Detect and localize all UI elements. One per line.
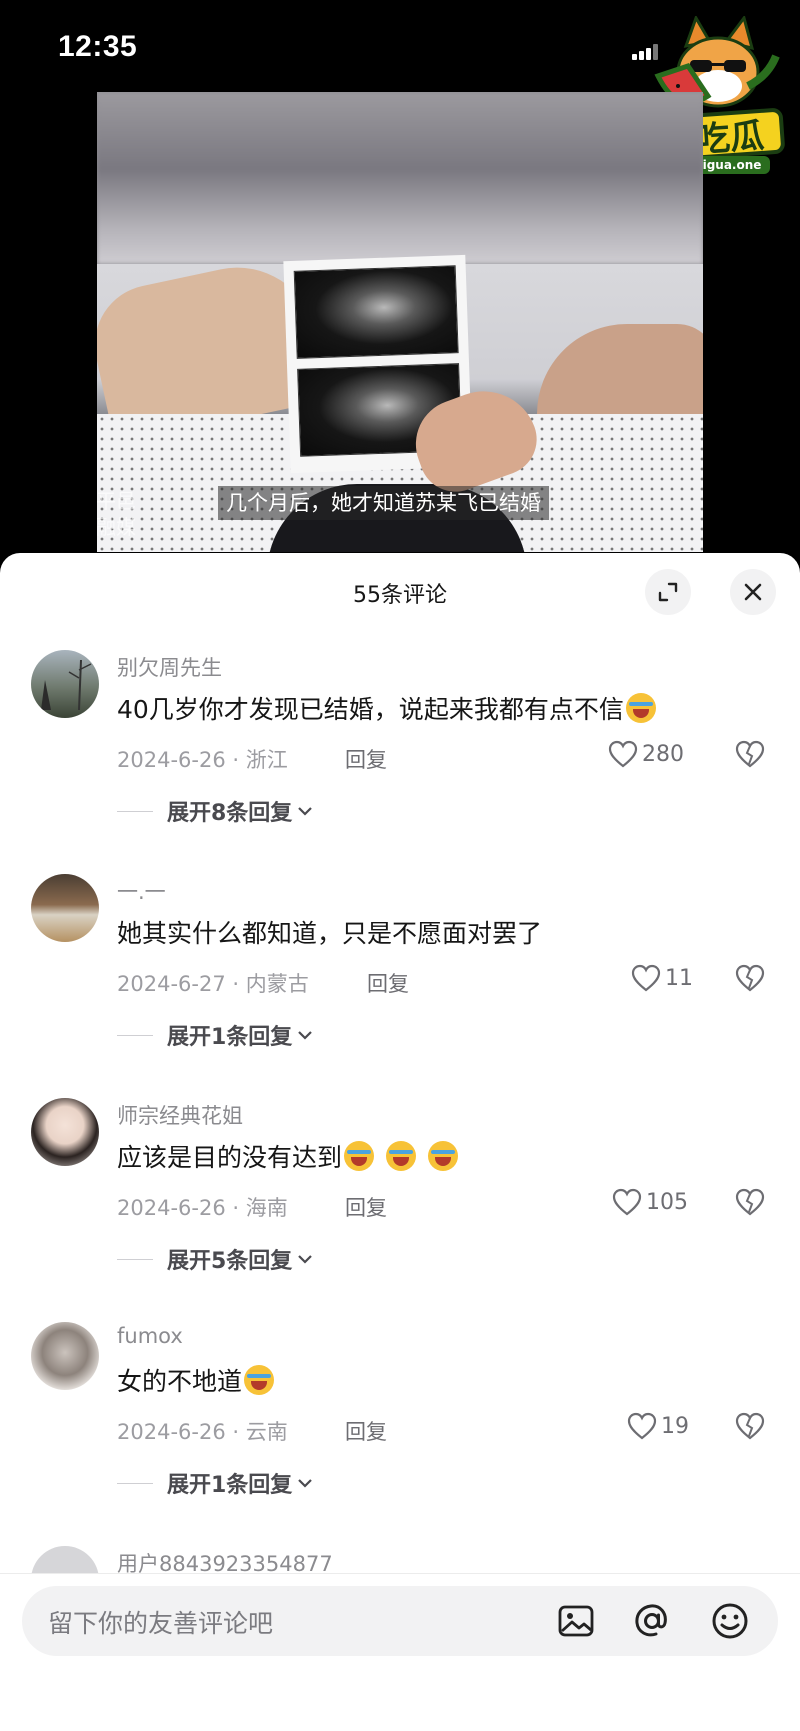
emoji-button[interactable] <box>709 1600 751 1642</box>
video-blurred-area <box>97 92 703 264</box>
emoji-icon <box>712 1603 748 1639</box>
video-caption: 几个月后，她才知道苏某飞已结婚 <box>218 486 549 520</box>
comment-input-placeholder: 留下你的友善评论吧 <box>48 1609 274 1638</box>
broken-heart-icon <box>735 964 765 992</box>
comment-item: fumox 女的不地道 2024-6-26 · 云南 回复 19 展开1条回复 <box>0 1322 800 1522</box>
expand-icon <box>658 582 678 602</box>
comment-text: 女的不地道 <box>117 1362 275 1398</box>
heart-icon <box>612 1188 642 1216</box>
broken-heart-icon <box>735 1412 765 1440</box>
reply-button[interactable]: 回复 <box>345 744 387 774</box>
heart-icon <box>608 740 638 768</box>
heart-icon <box>627 1412 657 1440</box>
comments-sheet: 55条评论 别欠周先生 40几岁你才发现已结婚，说起来我都有点不信 2024-6… <box>0 553 800 1731</box>
avatar[interactable] <box>31 650 99 718</box>
image-button[interactable] <box>555 1600 597 1642</box>
expand-replies-button[interactable]: 展开8条回复 <box>117 795 314 827</box>
like-button[interactable]: 11 <box>631 964 693 992</box>
comment-text: 40几岁你才发现已结婚，说起来我都有点不信 <box>117 690 656 726</box>
laugh-cry-emoji-icon <box>428 1141 459 1171</box>
video-watermark: 平邑融媒 <box>96 489 136 539</box>
chevron-down-icon <box>298 1255 313 1264</box>
status-time: 12:35 <box>58 30 138 63</box>
comment-item: 一.一 她其实什么都知道，只是不愿面对罢了 2024-6-27 · 内蒙古 回复… <box>0 874 800 1074</box>
expand-replies-button[interactable]: 展开1条回复 <box>117 1467 314 1499</box>
comment-username[interactable]: 用户8843923354877 <box>117 1548 333 1573</box>
mention-button[interactable] <box>631 1600 673 1642</box>
like-count: 280 <box>642 741 684 767</box>
comment-username[interactable]: 别欠周先生 <box>117 652 222 682</box>
expand-sheet-button[interactable] <box>645 569 691 615</box>
reply-button[interactable]: 回复 <box>345 1192 387 1222</box>
dislike-button[interactable] <box>735 740 765 772</box>
comment-text: 应该是目的没有达到 <box>117 1138 459 1174</box>
avatar[interactable] <box>31 874 99 942</box>
broken-heart-icon <box>735 1188 765 1216</box>
laugh-cry-emoji-icon <box>244 1365 275 1395</box>
comment-text: 她其实什么都知道，只是不愿面对罢了 <box>117 919 543 948</box>
avatar[interactable] <box>31 1322 99 1390</box>
comment-meta: 2024-6-26 · 海南 <box>117 1196 288 1220</box>
close-button[interactable] <box>730 569 776 615</box>
comment-input[interactable]: 留下你的友善评论吧 <box>22 1586 778 1656</box>
avatar[interactable] <box>31 1098 99 1166</box>
comment-username[interactable]: 一.一 <box>117 876 166 906</box>
like-count: 11 <box>665 965 693 991</box>
reply-button[interactable]: 回复 <box>367 968 409 998</box>
like-button[interactable]: 19 <box>627 1412 689 1440</box>
video-player[interactable] <box>97 92 703 552</box>
laugh-cry-emoji-icon <box>344 1141 375 1171</box>
comment-item: 用户8843923354877 <box>0 1546 800 1573</box>
comment-meta: 2024-6-27 · 内蒙古 <box>117 972 309 996</box>
reply-button[interactable]: 回复 <box>345 1416 387 1446</box>
image-icon <box>558 1605 594 1637</box>
laugh-cry-emoji-icon <box>625 693 656 723</box>
dislike-button[interactable] <box>735 1188 765 1220</box>
chevron-down-icon <box>298 1031 313 1040</box>
comment-input-bar: 留下你的友善评论吧 <box>0 1573 800 1731</box>
expand-replies-button[interactable]: 展开5条回复 <box>117 1243 314 1275</box>
at-icon <box>635 1604 667 1637</box>
comment-meta: 2024-6-26 · 云南 <box>117 1420 288 1444</box>
chevron-down-icon <box>298 807 313 816</box>
dislike-button[interactable] <box>735 964 765 996</box>
comment-item: 别欠周先生 40几岁你才发现已结婚，说起来我都有点不信 2024-6-26 · … <box>0 650 800 850</box>
like-count: 19 <box>661 1413 689 1439</box>
comment-username[interactable]: 师宗经典花姐 <box>117 1100 243 1130</box>
close-icon <box>744 583 762 601</box>
heart-icon <box>631 964 661 992</box>
dislike-button[interactable] <box>735 1412 765 1444</box>
comment-item: 师宗经典花姐 应该是目的没有达到 2024-6-26 · 海南 回复 105 展… <box>0 1098 800 1298</box>
comment-username[interactable]: fumox <box>117 1324 183 1348</box>
like-count: 105 <box>646 1189 688 1215</box>
broken-heart-icon <box>735 740 765 768</box>
like-button[interactable]: 280 <box>608 740 684 768</box>
expand-replies-button[interactable]: 展开1条回复 <box>117 1019 314 1051</box>
avatar[interactable] <box>31 1546 99 1573</box>
laugh-cry-emoji-icon <box>386 1141 417 1171</box>
like-button[interactable]: 105 <box>612 1188 688 1216</box>
comment-meta: 2024-6-26 · 浙江 <box>117 748 288 772</box>
chevron-down-icon <box>298 1479 313 1488</box>
